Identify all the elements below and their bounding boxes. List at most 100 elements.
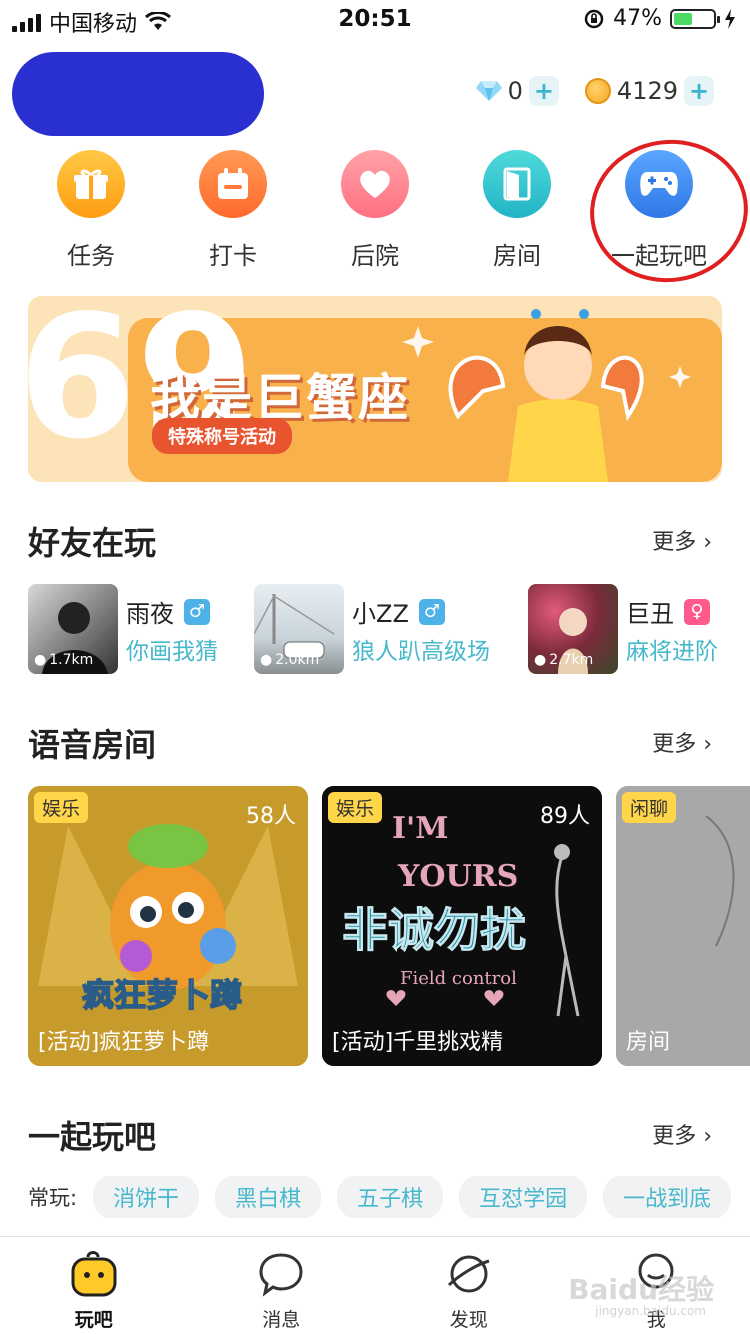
distance-badge: ● 2.0km [260,652,319,668]
friend-name-row: 雨夜 ♂ [126,594,210,629]
quick-action-backyard[interactable]: 后院 [304,150,446,271]
calendar-icon [199,150,267,218]
status-bar: 中国移动 20:51 47% [0,0,750,40]
watermark-url: jingyan.baidu.com [595,1304,706,1318]
friend-name: 雨夜 [126,600,174,628]
voice-room-list: 疯狂萝卜蹲 娱乐 58人 [活动]疯狂萝卜蹲 I'M YOURS 非诚勿扰 Fi… [28,786,750,1066]
planet-icon [447,1255,490,1293]
friend-distance: 1.7km [49,652,94,668]
room-art-text: 疯狂萝卜蹲 [82,976,242,1014]
coin-count: 4129 [616,77,678,105]
friend-card[interactable]: ● 1.7km 雨夜 ♂ 你画我猜 [28,584,288,676]
frequent-label: 常玩: [28,1186,78,1210]
wanba-icon [71,1251,117,1297]
door-icon [483,150,551,218]
room-count: 89人 [540,804,590,829]
battery-percent: 47% [613,6,662,31]
room-name: [活动]疯狂萝卜蹲 [38,1030,210,1055]
game-chip[interactable]: 一战到底 [603,1176,732,1218]
game-chip[interactable]: 互怼学园 [459,1176,588,1218]
quick-action-room[interactable]: 房间 [446,150,588,271]
distance-badge: ● 2.7km [534,652,593,668]
friend-distance: 2.0km [275,652,320,668]
distance-badge: ● 1.7km [34,652,93,668]
redacted-user-info[interactable] [12,52,264,136]
tab-label: 消息 [262,1309,301,1331]
quick-action-label: 房间 [493,242,541,270]
room-tag: 娱乐 [328,792,383,823]
tab-label: 玩吧 [74,1309,113,1331]
tab-discover[interactable]: 发现 [375,1237,563,1334]
rooms-section-title: 语音房间 [28,726,157,764]
friend-name-row: 巨丑 ♀ [626,594,710,629]
friend-name: 小ZZ [352,600,409,628]
tab-wanba[interactable]: 玩吧 [0,1237,188,1334]
chat-bubble-icon [259,1253,303,1297]
charging-icon [725,8,735,29]
play-more-link[interactable]: 更多 › [652,1118,712,1150]
room-name: [活动]千里挑戏精 [332,1030,504,1055]
chevron-right-icon: › [696,530,712,555]
friend-avatar: ● 2.0km [254,584,344,674]
room-art-line: I'M [392,811,448,846]
location-pin-icon: ● [534,652,547,668]
chevron-right-icon: › [696,732,712,757]
friends-list: ● 1.7km 雨夜 ♂ 你画我猜 ● 2.0km 小ZZ ♂ 狼人趴高级场 ● 2.7k… [28,584,750,676]
play-section-title: 一起玩吧 [28,1118,157,1156]
quick-action-label: 打卡 [209,242,257,270]
gift-icon [57,150,125,218]
rooms-more-link[interactable]: 更多 › [652,726,712,758]
add-diamond-button[interactable]: + [528,76,559,106]
friends-section-title: 好友在玩 [28,524,157,562]
add-coin-button[interactable]: + [684,76,714,106]
friend-avatar: ● 1.7km [28,584,118,674]
room-tag: 闲聊 [622,792,677,823]
female-icon: ♀ [684,598,710,625]
more-label: 更多 [652,530,697,555]
friend-game[interactable]: 狼人趴高级场 [352,632,490,666]
game-chip[interactable]: 消饼干 [93,1176,200,1218]
room-card[interactable]: I'M YOURS 非诚勿扰 Field control 娱乐 89人 [活动]… [322,786,602,1066]
friend-name: 巨丑 [626,600,674,628]
watermark-logo: Baidu经验 [568,1273,714,1306]
banner-subtitle: 特殊称号活动 [152,418,292,454]
room-count: 58人 [246,804,296,829]
diamond-icon [475,81,502,101]
friend-name-row: 小ZZ ♂ [352,594,445,629]
chevron-right-icon: › [696,1124,712,1149]
friend-distance: 2.7km [549,652,594,668]
location-pin-icon: ● [34,652,47,668]
tab-messages[interactable]: 消息 [188,1237,376,1334]
friend-game[interactable]: 麻将进阶 [626,632,718,666]
room-card[interactable]: 闲聊 房间 [616,786,750,1066]
room-art-line: YOURS [397,859,518,894]
room-card[interactable]: 疯狂萝卜蹲 娱乐 58人 [活动]疯狂萝卜蹲 [28,786,308,1066]
quick-action-label: 后院 [351,242,399,270]
tab-label: 发现 [449,1309,488,1331]
room-tag: 娱乐 [34,792,89,823]
diamond-count: 0 [507,77,523,105]
game-chip[interactable]: 黑白棋 [215,1176,322,1218]
heart-icon [341,150,409,218]
friends-more-link[interactable]: 更多 › [652,524,712,556]
room-art-line: Field control [400,968,517,989]
frequent-games: 常玩: 消饼干 黑白棋 五子棋 互怼学园 一战到底 [28,1176,750,1218]
more-label: 更多 [652,732,697,757]
rotation-lock-icon [584,9,604,28]
promo-banner[interactable]: 69 我是巨蟹座 特殊称号活动 [28,296,722,482]
coin-icon [584,78,611,104]
quick-action-label: 任务 [67,242,115,270]
room-name: 房间 [626,1030,671,1055]
game-chip[interactable]: 五子棋 [337,1176,444,1218]
battery-group: 47% [583,6,736,31]
location-pin-icon: ● [260,652,273,668]
friend-game[interactable]: 你画我猜 [126,632,218,666]
currency-bar: 0 + 4129 + [475,76,714,106]
quick-action-checkin[interactable]: 打卡 [162,150,304,271]
battery-icon [670,8,720,29]
friend-card[interactable]: ● 2.7km 巨丑 ♀ 麻将进阶 [528,584,750,676]
more-label: 更多 [652,1124,697,1149]
friend-card[interactable]: ● 2.0km 小ZZ ♂ 狼人趴高级场 [254,584,514,676]
male-icon: ♂ [184,598,210,625]
quick-action-tasks[interactable]: 任务 [20,150,162,271]
